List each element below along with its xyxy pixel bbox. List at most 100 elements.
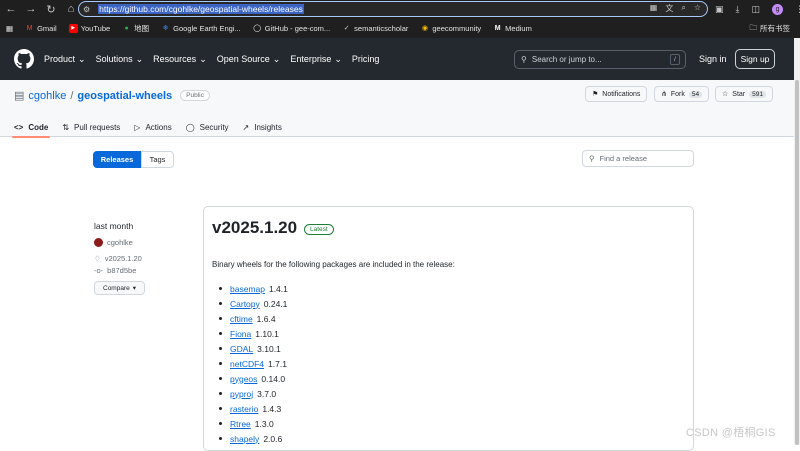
shield-icon: ◯ [185, 123, 195, 132]
find-release-input[interactable]: ⚲ Find a release [582, 150, 694, 167]
sign-up-button[interactable]: Sign up [735, 49, 775, 69]
sign-in-link[interactable]: Sign in [699, 54, 727, 64]
bookmark-github[interactable]: ◯ GitHub - gee-com... [253, 24, 330, 33]
search-icon: ⚲ [589, 154, 595, 163]
download-icon[interactable]: ⤓ [736, 4, 740, 15]
package-link[interactable]: netCDF4 [230, 359, 264, 369]
package-link[interactable]: cftime [230, 314, 253, 324]
package-link[interactable]: rasterio [230, 404, 258, 414]
repo-header: ▤ cgohlke / geospatial-wheels Public ⚑ N… [0, 80, 794, 138]
bookmark-maps[interactable]: ● 地图 [122, 23, 150, 34]
list-item: shapely 2.0.6 [219, 431, 288, 446]
repo-owner-link[interactable]: cgohlke [28, 90, 66, 102]
address-bar[interactable]: ⚙ https://github.com/cgohlke/geospatial-… [78, 1, 708, 17]
avatar [94, 238, 103, 247]
package-link[interactable]: basemap [230, 284, 265, 294]
menu-icon[interactable]: ⋮ [795, 4, 800, 15]
menu-open-source[interactable]: Open Source ⌄ [217, 54, 281, 65]
release-title[interactable]: v2025.1.20 [212, 218, 297, 238]
tab-label: Actions [145, 123, 172, 132]
apps-icon[interactable]: ▦ [6, 24, 13, 33]
tab-insights[interactable]: ↗ Insights [243, 118, 282, 137]
fork-icon: ⋔ [661, 91, 667, 98]
menu-label: Enterprise [290, 54, 332, 64]
bookmark-star-icon[interactable]: ☆ [694, 3, 701, 14]
geecommunity-icon: ◉ [421, 25, 428, 32]
menu-solutions[interactable]: Solutions ⌄ [96, 54, 144, 65]
notifications-button[interactable]: ⚑ Notifications [585, 86, 648, 102]
package-link[interactable]: shapely [230, 434, 259, 444]
commit-icon: -o- [94, 266, 104, 275]
forward-icon[interactable]: → [22, 0, 40, 18]
search-input[interactable]: ⚲ Search or jump to... / [514, 50, 686, 69]
package-version: 1.7.1 [268, 358, 287, 369]
address-url[interactable]: https://github.com/cgohlke/geospatial-wh… [98, 4, 304, 14]
package-link[interactable]: Fiona [230, 329, 251, 339]
medium-icon: M [494, 24, 501, 32]
zoom-icon[interactable]: ⌕ [681, 3, 685, 14]
star-button[interactable]: ☆ Star 591 [715, 86, 773, 102]
tags-tab-button[interactable]: Tags [141, 151, 174, 168]
repo-name-link[interactable]: geospatial-wheels [77, 90, 172, 102]
all-bookmarks[interactable]: 🗀 所有书签 [750, 22, 791, 35]
repo-tabs: <> Code ⇅ Pull requests ▷ Actions ◯ Security… [11, 118, 282, 138]
release-author[interactable]: cgohlke [94, 238, 133, 247]
gmail-icon: M [26, 24, 33, 32]
package-link[interactable]: Rtree [230, 419, 251, 429]
bookmark-label: 地图 [134, 23, 150, 33]
scrollbar-thumb[interactable] [795, 80, 799, 445]
compare-button[interactable]: Compare ▾ [94, 281, 145, 295]
find-release-placeholder: Find a release [599, 154, 648, 163]
github-icon: ◯ [253, 25, 262, 32]
split-icon[interactable]: ◫ [752, 4, 761, 15]
package-list: basemap 1.4.1 Cartopy 0.24.1 cftime 1.6.4 F… [219, 281, 288, 446]
github-header: Product ⌄ Solutions ⌄ Resources ⌄ Open Sour… [0, 38, 794, 80]
menu-label: Solutions [95, 54, 133, 64]
release-commit[interactable]: -o- b87d5be [94, 266, 136, 275]
visibility-badge: Public [180, 90, 210, 101]
github-logo-icon[interactable] [14, 49, 34, 69]
extensions-icon[interactable]: ▣ [715, 4, 724, 15]
list-item: netCDF4 1.7.1 [219, 356, 288, 371]
star-label: Star [732, 90, 746, 98]
releases-tab-button[interactable]: Releases [93, 151, 141, 168]
release-tag[interactable]: ♢ v2025.1.20 [94, 254, 142, 263]
tab-label: Pull requests [74, 123, 121, 132]
menu-pricing[interactable]: Pricing [352, 54, 380, 64]
tab-code[interactable]: <> Code [11, 118, 51, 138]
list-item: Fiona 1.10.1 [219, 326, 288, 341]
tab-actions[interactable]: ▷ Actions [134, 118, 171, 137]
package-version: 3.7.0 [257, 388, 277, 399]
bookmark-semanticscholar[interactable]: ✓ semanticscholar [342, 24, 409, 33]
package-link[interactable]: pyproj [230, 389, 253, 399]
menu-label: Pricing [351, 54, 380, 64]
back-icon[interactable]: ← [2, 0, 20, 18]
all-bookmarks-label: 所有书签 [760, 24, 790, 33]
menu-product[interactable]: Product ⌄ [44, 54, 86, 65]
bookmark-youtube[interactable]: ▶ YouTube [68, 23, 110, 33]
package-link[interactable]: Cartopy [230, 299, 260, 309]
menu-enterprise[interactable]: Enterprise ⌄ [290, 54, 342, 65]
notifications-label: Notifications [602, 90, 641, 98]
package-link[interactable]: GDAL [230, 344, 253, 354]
translate-icon[interactable]: 文 [665, 3, 673, 14]
graph-icon: ↗ [242, 123, 250, 132]
tab-label: Code [28, 123, 49, 132]
bookmark-medium[interactable]: M Medium [493, 24, 532, 33]
bookmark-geecommunity[interactable]: ◉ geecommunity [420, 24, 481, 33]
site-info-icon[interactable]: ⚙ [83, 5, 90, 14]
package-link[interactable]: pygeos [230, 374, 257, 384]
menu-resources[interactable]: Resources ⌄ [153, 54, 207, 65]
fork-label: Fork [670, 90, 685, 98]
list-item: Cartopy 0.24.1 [219, 296, 288, 311]
bookmark-earth-engine[interactable]: ❄ Google Earth Engi... [161, 24, 241, 33]
fork-button[interactable]: ⋔ Fork 54 [654, 86, 710, 102]
tab-pull-requests[interactable]: ⇅ Pull requests [62, 118, 120, 137]
profile-avatar[interactable]: g [772, 3, 784, 15]
tab-security[interactable]: ◯ Security [186, 118, 229, 137]
chevron-down-icon: ⌄ [272, 53, 281, 64]
package-version: 1.3.0 [254, 418, 274, 429]
install-icon[interactable]: ▦ [650, 3, 658, 14]
bookmark-gmail[interactable]: M Gmail [25, 24, 57, 33]
reload-icon[interactable]: ↻ [42, 0, 60, 18]
